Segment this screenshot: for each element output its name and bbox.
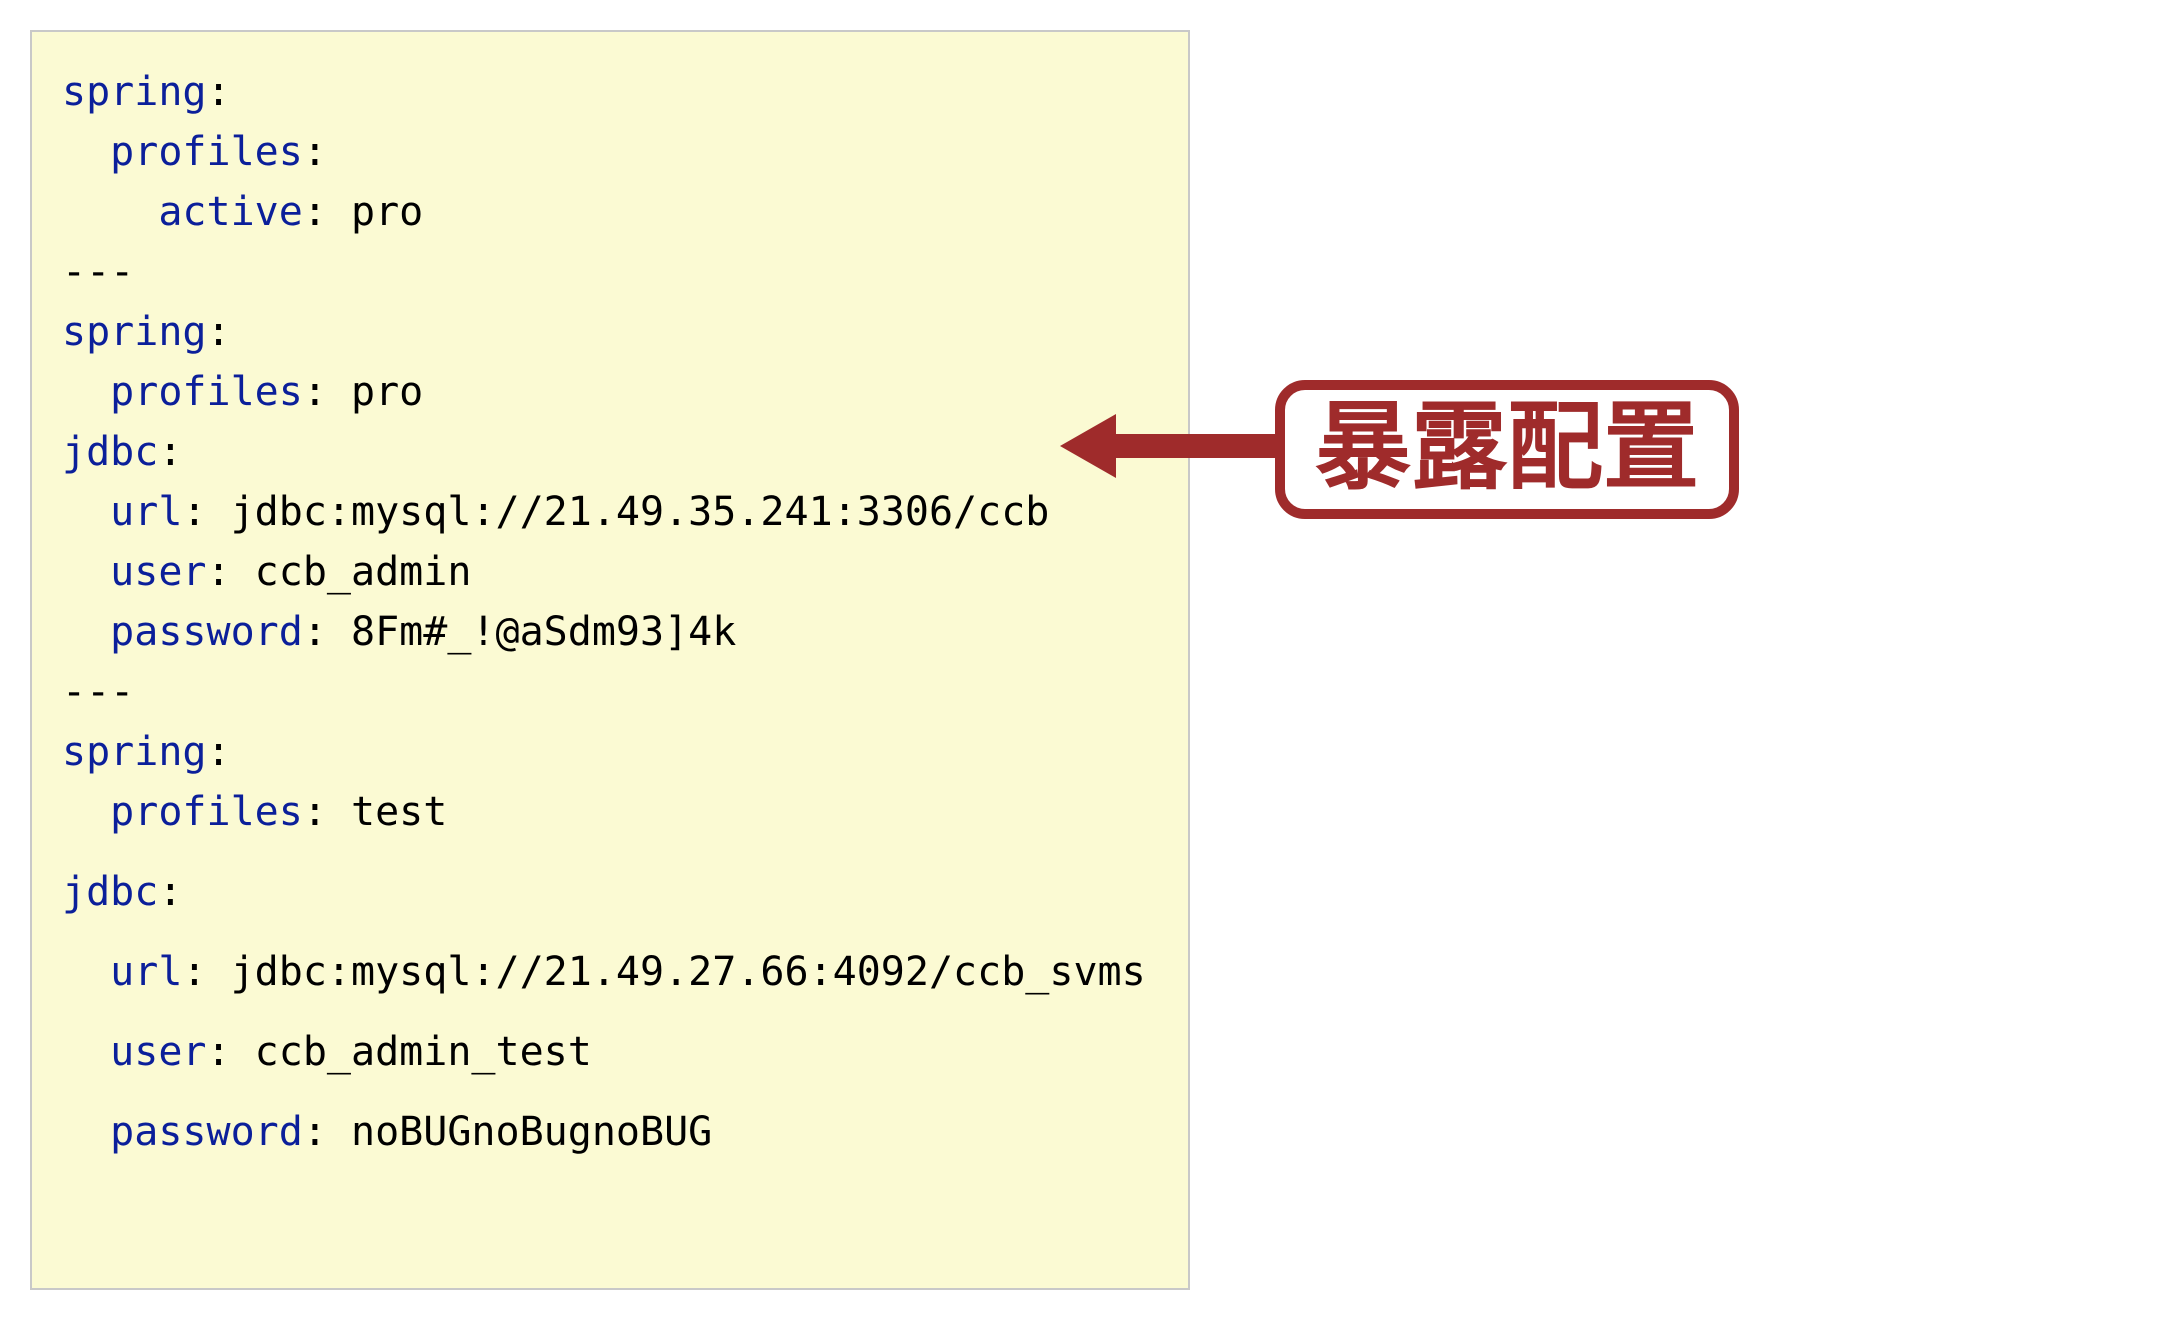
yaml-value: ccb_admin — [255, 549, 472, 595]
yaml-value: test — [351, 789, 447, 835]
yaml-value: pro — [351, 369, 423, 415]
yaml-key: url — [110, 489, 182, 535]
exposed-config-callout: 暴露配置 — [1275, 380, 1739, 519]
yaml-key: spring — [62, 69, 207, 115]
yaml-value: 8Fm#_!@aSdm93]4k — [351, 609, 736, 655]
yaml-key: profiles — [110, 789, 303, 835]
yaml-value: jdbc:mysql://21.49.27.66:4092/ccb_svms — [231, 949, 1146, 995]
yaml-doc-separator: --- — [62, 249, 134, 295]
yaml-key: user — [110, 549, 206, 595]
yaml-key: spring — [62, 309, 207, 355]
yaml-key: active — [158, 189, 303, 235]
yaml-key: user — [110, 1029, 206, 1075]
yaml-key: jdbc — [62, 429, 158, 475]
yaml-config-block: spring: profiles: active: pro --- spring… — [30, 30, 1190, 1290]
arrow-shaft — [1115, 434, 1275, 458]
yaml-key: url — [110, 949, 182, 995]
callout-label: 暴露配置 — [1315, 394, 1699, 501]
yaml-value: jdbc:mysql://21.49.35.241:3306/ccb — [231, 489, 1050, 535]
yaml-value: pro — [351, 189, 423, 235]
yaml-key: spring — [62, 729, 207, 775]
yaml-key: profiles — [110, 369, 303, 415]
yaml-key: profiles — [110, 129, 303, 175]
yaml-key: jdbc — [62, 869, 158, 915]
yaml-key: password — [110, 1109, 303, 1155]
yaml-doc-separator: --- — [62, 669, 134, 715]
yaml-key: password — [110, 609, 303, 655]
yaml-value: ccb_admin_test — [255, 1029, 592, 1075]
yaml-value: noBUGnoBugnoBUG — [351, 1109, 712, 1155]
arrow-head-icon — [1060, 414, 1116, 478]
